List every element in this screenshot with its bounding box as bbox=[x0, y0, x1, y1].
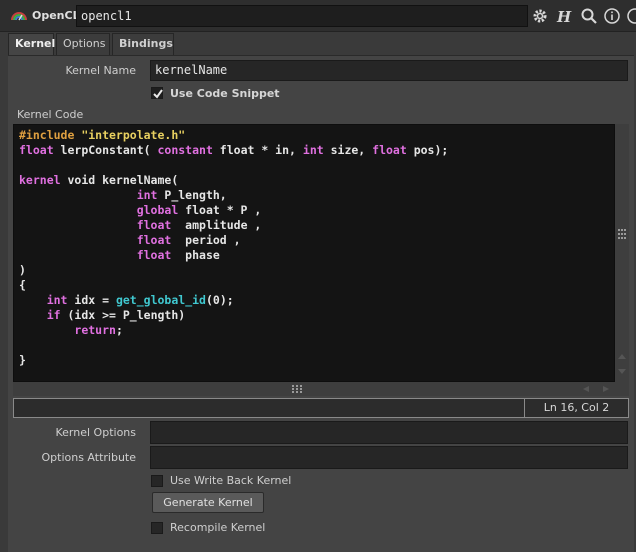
code-token: { bbox=[19, 278, 26, 292]
code-token: phase bbox=[171, 248, 220, 262]
use-code-snippet-checkbox[interactable] bbox=[151, 87, 163, 99]
tab-kernel[interactable]: Kernel bbox=[8, 33, 55, 55]
code-token: int bbox=[136, 188, 158, 202]
code-line[interactable]: int P_length, bbox=[19, 188, 609, 203]
code-line[interactable]: float amplitude , bbox=[19, 218, 609, 233]
code-line[interactable]: kernel void kernelName( bbox=[19, 173, 609, 188]
houdini-help-icon[interactable]: H bbox=[555, 7, 573, 25]
scroll-down-icon[interactable] bbox=[617, 368, 627, 376]
code-token: return bbox=[74, 323, 116, 337]
kernel-code-editor[interactable]: #include "interpolate.h" float lerpConsta… bbox=[13, 124, 615, 382]
code-line[interactable]: float lerpConstant( constant float * in,… bbox=[19, 143, 609, 158]
code-line[interactable]: { bbox=[19, 278, 609, 293]
code-line[interactable]: if (idx >= P_length) bbox=[19, 308, 609, 323]
use-write-back-kernel-label: Use Write Back Kernel bbox=[170, 474, 292, 487]
svg-text:H: H bbox=[556, 8, 572, 25]
cursor-position: Ln 16, Col 2 bbox=[524, 399, 628, 417]
code-token: ; bbox=[115, 323, 123, 337]
kernel-options-input[interactable] bbox=[150, 421, 628, 444]
code-horizontal-scrollbar[interactable] bbox=[13, 382, 629, 396]
node-type-label: OpenCL bbox=[32, 9, 80, 22]
code-token: get_global_id bbox=[115, 293, 206, 307]
kernel-options-label: Kernel Options bbox=[55, 426, 137, 439]
code-token: (0); bbox=[205, 293, 234, 307]
recompile-kernel-checkbox[interactable] bbox=[151, 522, 163, 534]
code-token: period , bbox=[171, 233, 241, 247]
code-line[interactable]: ) bbox=[19, 263, 609, 278]
scroll-left-icon[interactable] bbox=[581, 385, 591, 393]
code-token: int bbox=[46, 293, 68, 307]
code-line[interactable]: } bbox=[19, 353, 609, 368]
code-token: float * P , bbox=[178, 203, 262, 217]
code-token: (idx >= P_length) bbox=[60, 308, 186, 322]
kernel-name-input[interactable]: kernelName bbox=[150, 60, 628, 81]
code-token: constant bbox=[157, 143, 213, 157]
code-token: lerpConstant( bbox=[53, 143, 158, 157]
code-token: float bbox=[136, 233, 172, 247]
code-status-bar: Ln 16, Col 2 bbox=[13, 398, 629, 418]
kernel-code-label: Kernel Code bbox=[17, 108, 84, 121]
code-token: float * in, bbox=[212, 143, 303, 157]
code-token: "interpolate.h" bbox=[81, 128, 186, 142]
code-line[interactable] bbox=[19, 158, 609, 173]
help-icon[interactable] bbox=[626, 7, 636, 25]
code-token: idx = bbox=[67, 293, 116, 307]
code-line[interactable]: #include "interpolate.h" bbox=[19, 128, 609, 143]
code-token: pos); bbox=[406, 143, 449, 157]
code-token: size, bbox=[323, 143, 373, 157]
code-token: ) bbox=[19, 263, 26, 277]
code-token: void kernelName( bbox=[60, 173, 179, 187]
opencl-node-icon bbox=[11, 12, 27, 21]
recompile-kernel-label: Recompile Kernel bbox=[170, 521, 266, 534]
code-token: kernel bbox=[19, 173, 61, 187]
node-header: OpenCL opencl1 H bbox=[0, 0, 636, 32]
code-token: P_length, bbox=[157, 188, 227, 202]
grip-icon bbox=[618, 229, 626, 239]
kernel-name-label: Kernel Name bbox=[65, 64, 136, 77]
code-vertical-scrollbar[interactable] bbox=[615, 124, 629, 382]
code-token: int bbox=[302, 143, 324, 157]
code-line[interactable]: float phase bbox=[19, 248, 609, 263]
code-line[interactable]: float period , bbox=[19, 233, 609, 248]
scroll-right-icon[interactable] bbox=[601, 385, 611, 393]
use-code-snippet-label: Use Code Snippet bbox=[170, 87, 280, 100]
node-name-input[interactable]: opencl1 bbox=[76, 5, 528, 27]
tab-bindings[interactable]: Bindings bbox=[112, 33, 174, 55]
code-token: } bbox=[19, 353, 26, 367]
code-token: float bbox=[136, 218, 172, 232]
options-attribute-input[interactable] bbox=[150, 446, 628, 469]
tab-options[interactable]: Options bbox=[56, 33, 110, 55]
code-token: global bbox=[136, 203, 179, 217]
code-line[interactable]: int idx = get_global_id(0); bbox=[19, 293, 609, 308]
code-token: amplitude , bbox=[171, 218, 262, 232]
code-line[interactable]: return; bbox=[19, 323, 609, 338]
options-attribute-label: Options Attribute bbox=[41, 451, 136, 464]
checkmark-icon bbox=[153, 89, 163, 99]
code-line[interactable] bbox=[19, 338, 609, 353]
code-line[interactable]: global float * P , bbox=[19, 203, 609, 218]
code-token: float bbox=[136, 248, 172, 262]
search-icon[interactable] bbox=[580, 7, 598, 25]
code-token: float bbox=[19, 143, 54, 157]
gear-icon[interactable] bbox=[531, 7, 549, 25]
generate-kernel-button[interactable]: Generate Kernel bbox=[152, 492, 264, 513]
info-icon[interactable] bbox=[603, 7, 621, 25]
code-token: #include bbox=[19, 128, 82, 142]
use-write-back-kernel-checkbox[interactable] bbox=[151, 475, 163, 487]
code-token: float bbox=[372, 143, 407, 157]
scroll-up-icon[interactable] bbox=[617, 352, 627, 360]
grip-icon bbox=[292, 385, 302, 393]
code-token: if bbox=[46, 308, 61, 322]
